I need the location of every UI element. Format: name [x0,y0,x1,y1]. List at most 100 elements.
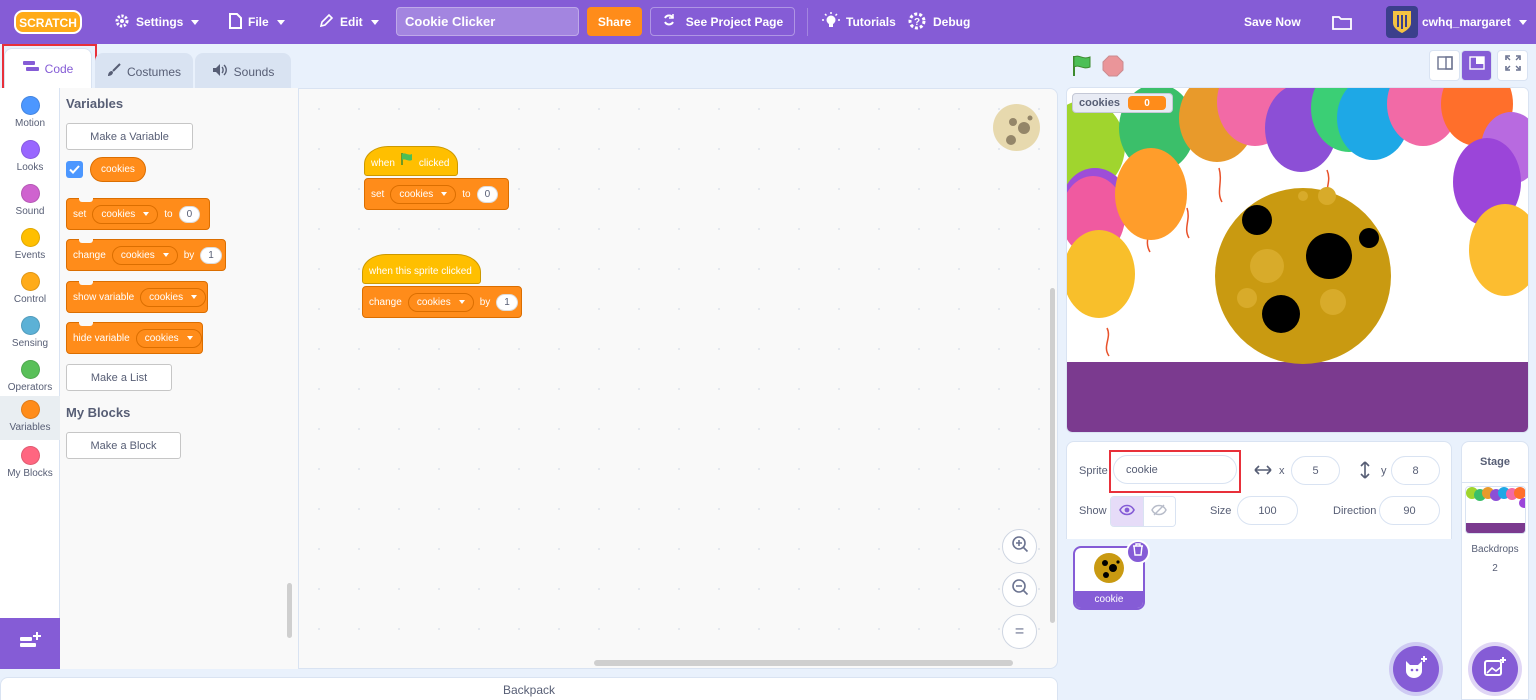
make-list-button[interactable]: Make a List [66,364,172,391]
zoom-reset-button[interactable]: = [1002,614,1037,649]
variable-checkbox[interactable] [66,161,83,178]
set-variable-block[interactable]: set cookies to 0 [66,198,210,230]
fullscreen-icon [1504,55,1521,76]
fullscreen-button[interactable] [1497,50,1528,81]
chevron-down-icon [186,336,193,340]
direction-label: Direction [1333,505,1377,517]
make-block-button[interactable]: Make a Block [66,432,181,459]
category-sound[interactable]: Sound [0,180,60,224]
svg-text:?: ? [914,17,920,28]
stage-canvas[interactable] [1066,87,1529,433]
see-project-page-button[interactable]: See Project Page [650,7,795,36]
save-now-button[interactable]: Save Now [1244,0,1301,44]
project-title-input[interactable]: Cookie Clicker [396,7,579,36]
events-dot-icon [20,228,40,247]
zoom-reset-label: = [1014,622,1025,640]
edit-menu[interactable]: Edit [318,0,379,44]
show-hidden-button[interactable] [1142,497,1175,526]
backpack-label: Backpack [502,683,556,697]
category-label: Sound [15,206,45,217]
choose-sprite-button[interactable] [1393,646,1439,692]
when-flag-clicked-hat-block[interactable]: when clicked [364,146,458,176]
palette-scrollbar[interactable] [287,583,292,638]
edit-label: Edit [340,15,363,29]
zoom-in-button[interactable] [1002,529,1037,564]
chevron-down-icon [191,295,198,299]
make-variable-button[interactable]: Make a Variable [66,123,193,150]
speaker-icon [212,63,228,80]
folder-icon[interactable] [1332,0,1352,44]
when-sprite-clicked-hat-block[interactable]: when this sprite clicked [362,254,481,284]
number-input[interactable]: 1 [496,293,518,311]
workspace-vertical-scrollbar[interactable] [1050,288,1055,623]
add-extension-button[interactable] [0,618,60,669]
category-sensing[interactable]: Sensing [0,312,60,356]
x-input[interactable]: 5 [1291,456,1340,485]
category-my-blocks[interactable]: My Blocks [0,442,60,486]
set-variable-block[interactable]: set cookies to 0 [364,178,509,210]
backdrops-count: 2 [1492,563,1498,574]
variable-dropdown[interactable]: cookies [111,245,178,265]
y-input[interactable]: 8 [1391,456,1440,485]
direction-input[interactable]: 90 [1379,496,1440,525]
control-dot-icon [20,272,40,291]
file-menu[interactable]: File [228,0,285,44]
share-button[interactable]: Share [587,7,642,36]
variable-dropdown[interactable]: cookies [92,204,159,224]
category-looks[interactable]: Looks [0,136,60,180]
settings-menu[interactable]: Settings [114,0,200,44]
show-variable-block[interactable]: show variable cookies [66,281,208,313]
x-label: x [1279,465,1285,477]
variable-dropdown[interactable]: cookies [390,184,457,204]
chevron-down-icon [191,19,200,25]
category-motion[interactable]: Motion [0,92,60,136]
motion-dot-icon [20,96,40,115]
category-operators[interactable]: Operators [0,356,60,400]
change-variable-block[interactable]: change cookies by 1 [362,286,522,318]
zoom-out-icon [1011,578,1029,601]
backpack-bar[interactable]: Backpack [0,677,1058,700]
tab-sounds[interactable]: Sounds [195,53,291,89]
number-input[interactable]: 1 [200,246,222,264]
backdrop-thumbnail[interactable] [1465,486,1526,534]
category-events[interactable]: Events [0,224,60,268]
variables-dot-icon [20,400,40,419]
small-stage-button[interactable] [1429,50,1460,81]
account-menu[interactable]: cwhq_margaret [1422,0,1527,44]
category-label: Motion [14,118,45,129]
delete-sprite-button[interactable] [1126,540,1150,564]
avatar[interactable] [1386,6,1418,38]
show-visible-button[interactable] [1111,497,1143,526]
lightbulb-icon [822,11,840,33]
dropdown-value: cookies [101,208,136,220]
variable-dropdown[interactable]: cookies [135,328,202,348]
variable-dropdown[interactable]: cookies [140,287,207,307]
refresh-icon [662,13,676,30]
category-variables[interactable]: Variables [0,396,60,440]
highlight-box [1109,450,1241,493]
number-input[interactable]: 0 [476,185,499,203]
dropdown-value: cookies [416,296,451,308]
green-flag-icon[interactable] [1071,55,1093,82]
normal-stage-button[interactable] [1461,50,1492,81]
category-control[interactable]: Control [0,268,60,312]
my-blocks-dot-icon [20,446,40,465]
debug-button[interactable]: ? Debug [907,0,970,44]
sprite-label: Sprite [1079,465,1108,477]
zoom-out-button[interactable] [1002,572,1037,607]
choose-backdrop-button[interactable] [1472,646,1518,692]
change-variable-block[interactable]: change cookies by 1 [66,239,226,271]
variable-dropdown[interactable]: cookies [407,292,474,312]
tab-costumes[interactable]: Costumes [95,53,193,89]
workspace-horizontal-scrollbar[interactable] [594,660,1013,666]
hide-variable-block[interactable]: hide variable cookies [66,322,203,354]
tutorials-button[interactable]: Tutorials [822,0,896,44]
variable-monitor[interactable]: cookies 0 [1072,93,1173,113]
variable-reporter-block[interactable]: cookies [90,157,146,182]
scratch-logo[interactable]: SCRATCH [14,9,82,35]
size-input[interactable]: 100 [1237,496,1298,525]
number-input[interactable]: 0 [178,205,201,223]
stop-icon[interactable] [1102,55,1124,82]
small-stage-icon [1436,56,1453,75]
chevron-down-icon [1518,19,1527,25]
